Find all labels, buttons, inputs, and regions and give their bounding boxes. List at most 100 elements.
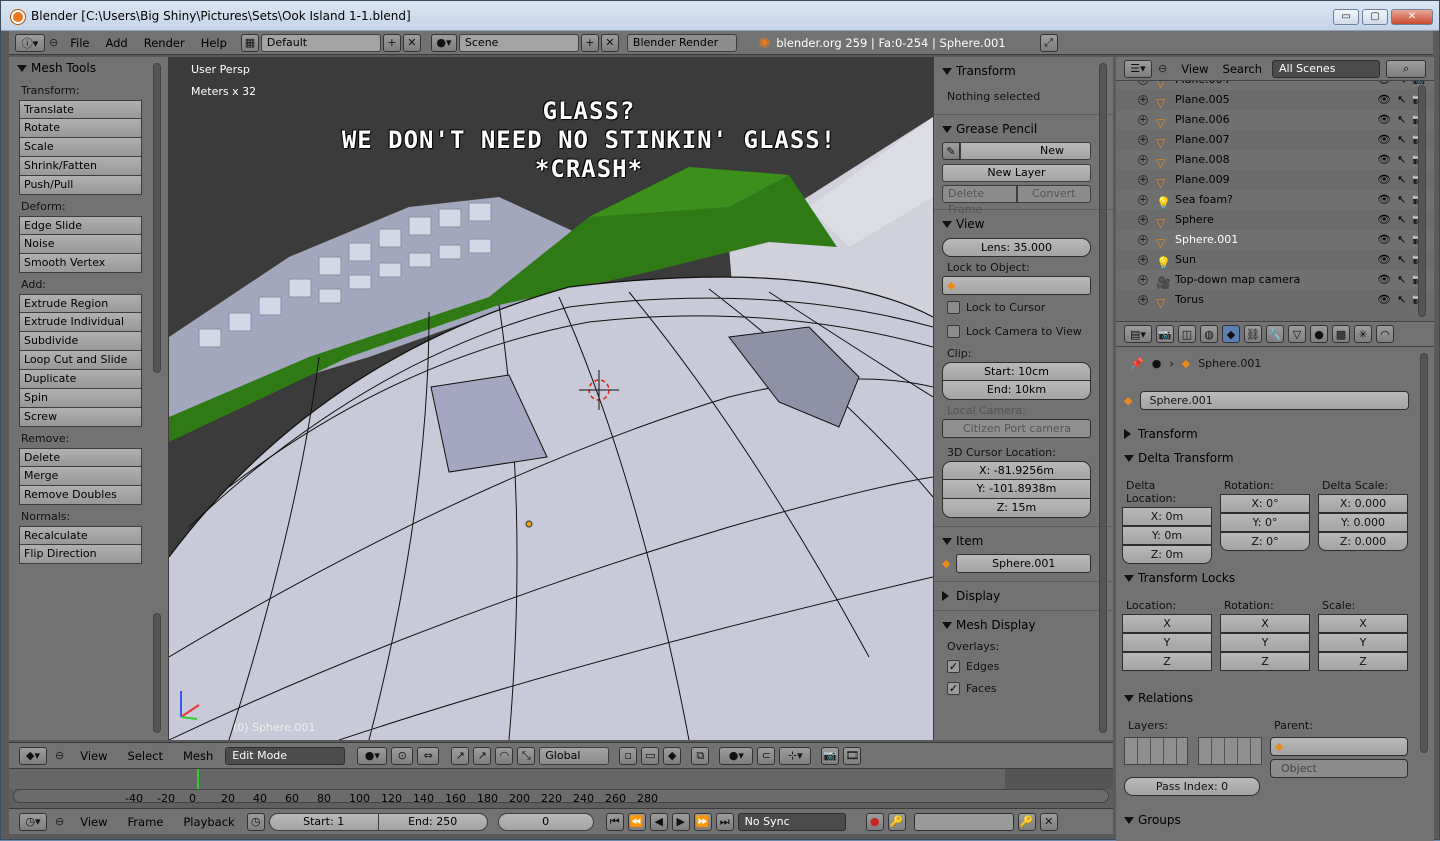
maximize-button[interactable]: ▢ (1362, 9, 1388, 25)
outliner-row[interactable]: +▽Plane.009👁↖📷 (1116, 170, 1434, 190)
jump-keyframe-back-icon[interactable]: ⏪ (627, 812, 646, 831)
parent-type-select[interactable]: Object (1270, 759, 1408, 778)
3d-menu-view[interactable]: View (72, 749, 115, 763)
convert-button[interactable]: Convert (1016, 185, 1091, 203)
delta-scale-z[interactable]: Z: 0.000 (1318, 532, 1408, 551)
translate-manip-icon[interactable]: ↗ (473, 746, 492, 765)
cursor-z-field[interactable]: Z: 15m (942, 499, 1091, 518)
gp-new-button[interactable]: New (960, 142, 1091, 160)
delta-scale-y[interactable]: Y: 0.000 (1318, 513, 1408, 532)
proportional-icon[interactable]: ●▾ (719, 746, 754, 765)
start-frame-field[interactable]: Start: 1 (268, 812, 379, 831)
lock-loc-z[interactable]: Z (1122, 652, 1212, 671)
relations-header[interactable]: Relations (1116, 687, 1416, 709)
selectability-cursor-icon[interactable]: ↖ (1397, 210, 1406, 230)
expand-icon[interactable]: + (1138, 135, 1148, 145)
outliner-item-name[interactable]: Torus (1175, 290, 1204, 310)
delta-transform-header[interactable]: Delta Transform (1116, 447, 1416, 469)
faces-checkbox[interactable] (947, 681, 960, 695)
remove-scene-icon[interactable]: ✕ (600, 33, 619, 52)
scale-manip-icon[interactable]: ⤡ (517, 746, 536, 765)
screen-layout-icon[interactable]: ▦ (240, 33, 259, 52)
add-scene-icon[interactable]: + (580, 33, 599, 52)
physics-tab-icon[interactable]: ◠ (1376, 325, 1394, 343)
local-camera-field[interactable]: Citizen Port camera (942, 419, 1091, 438)
lock-rot-y[interactable]: Y (1220, 633, 1310, 652)
tool-button-rotate[interactable]: Rotate (19, 119, 142, 138)
properties-scrollbar[interactable] (1420, 353, 1428, 753)
magnet-icon[interactable]: ⊂ (757, 746, 776, 765)
visibility-eye-icon[interactable]: 👁 (1377, 110, 1391, 130)
scene-field[interactable]: Scene (458, 33, 579, 52)
outliner-item-name[interactable]: Plane.009 (1175, 170, 1230, 190)
modifiers-tab-icon[interactable]: 🔧 (1266, 325, 1284, 343)
lock-object-field[interactable]: ◆ (942, 276, 1091, 295)
pencil-icon[interactable]: ✎ (942, 142, 960, 160)
outliner-row[interactable]: +▽Sphere👁↖📷 (1116, 210, 1434, 230)
selectability-cursor-icon[interactable]: ↖ (1397, 190, 1406, 210)
visibility-eye-icon[interactable]: 👁 (1377, 190, 1391, 210)
tool-button-shrink-fatten[interactable]: Shrink/Fatten (19, 157, 142, 176)
properties-editor-icon[interactable]: ▤▾ (1124, 325, 1152, 343)
render-engine-select[interactable]: Blender Render (626, 33, 737, 52)
tool-button-screw[interactable]: Screw (19, 408, 142, 427)
lock-camera-checkbox[interactable] (947, 324, 960, 338)
preview-range-icon[interactable]: ◷ (246, 812, 265, 831)
delete-frame-button[interactable]: Delete Frame (942, 185, 1017, 216)
collapse-menu-icon[interactable]: ⊖ (45, 36, 62, 49)
manipulator-icon[interactable]: ⇔ (417, 746, 440, 765)
outliner-item-name[interactable]: Plane.005 (1175, 90, 1230, 110)
outliner-row[interactable]: +▽Torus👁↖📷 (1116, 290, 1434, 310)
visibility-eye-icon[interactable]: 👁 (1377, 130, 1391, 150)
lock-rot-z[interactable]: Z (1220, 652, 1310, 671)
grease-pencil-header[interactable]: Grease Pencil (934, 118, 1113, 140)
delta-scale-x[interactable]: X: 0.000 (1318, 494, 1408, 513)
item-name-field[interactable]: Sphere.001 (956, 554, 1091, 573)
object-name-field[interactable]: Sphere.001 (1140, 391, 1409, 410)
data-tab-icon[interactable]: ▽ (1288, 325, 1306, 343)
sync-select[interactable]: No Sync (737, 812, 846, 831)
close-button[interactable]: ✕ (1391, 9, 1433, 25)
selectability-cursor-icon[interactable]: ↖ (1397, 150, 1406, 170)
expand-icon[interactable]: + (1138, 275, 1148, 285)
edges-row[interactable]: Edges (934, 655, 1113, 677)
orientation-select[interactable]: Global (539, 746, 610, 765)
edges-checkbox[interactable] (947, 659, 960, 673)
expand-icon[interactable]: + (1138, 295, 1148, 305)
edge-select-icon[interactable]: ▭ (641, 746, 660, 765)
tool-button-spin[interactable]: Spin (19, 389, 142, 408)
visibility-eye-icon[interactable]: 👁 (1377, 230, 1391, 250)
selectability-cursor-icon[interactable]: ↖ (1397, 170, 1406, 190)
tool-button-flip-direction[interactable]: Flip Direction (19, 545, 142, 564)
outliner-item-name[interactable]: Sea foam? (1175, 190, 1233, 210)
lock-loc-x[interactable]: X (1122, 614, 1212, 633)
outliner-row[interactable]: +▽Plane.004👁↖📷 (1116, 81, 1434, 90)
visibility-eye-icon[interactable]: 👁 (1377, 290, 1391, 310)
outliner-row[interactable]: +▽Plane.008👁↖📷 (1116, 150, 1434, 170)
expand-icon[interactable]: + (1138, 235, 1148, 245)
outliner-item-name[interactable]: Plane.008 (1175, 150, 1230, 170)
texture-tab-icon[interactable]: ▩ (1332, 325, 1350, 343)
visibility-eye-icon[interactable]: 👁 (1377, 90, 1391, 110)
tool-button-noise[interactable]: Noise (19, 235, 142, 254)
play-reverse-icon[interactable]: ◀ (649, 812, 668, 831)
tool-button-recalculate[interactable]: Recalculate (19, 526, 142, 545)
vertex-select-icon[interactable]: ▫ (619, 746, 638, 765)
outliner-item-name[interactable]: Sphere (1175, 210, 1214, 230)
timeline[interactable]: -40 -20 0 20 40 60 80 100 120 140 160 180 200 220 240 2… (9, 768, 1113, 808)
outliner-editor-icon[interactable]: ☰▾ (1124, 59, 1152, 78)
editor-type-icon[interactable]: ⓘ▾ (15, 33, 45, 52)
scenes-select[interactable]: All Scenes (1272, 59, 1381, 78)
selectability-cursor-icon[interactable]: ↖ (1397, 250, 1406, 270)
keying-icon[interactable]: 🔑 (887, 812, 906, 831)
toolshelf-scrollbar[interactable] (153, 63, 161, 373)
selectability-cursor-icon[interactable]: ↖ (1397, 290, 1406, 310)
expand-icon[interactable]: + (1138, 115, 1148, 125)
expand-icon[interactable]: + (1138, 195, 1148, 205)
screen-layout-field[interactable]: Default (260, 33, 381, 52)
tool-button-extrude-individual[interactable]: Extrude Individual (19, 313, 142, 332)
pin-icon[interactable]: 📌 (1130, 357, 1144, 370)
delta-rot-y[interactable]: Y: 0° (1220, 513, 1310, 532)
outliner-row[interactable]: +▽Plane.006👁↖📷 (1116, 110, 1434, 130)
expand-icon[interactable]: + (1138, 81, 1148, 85)
